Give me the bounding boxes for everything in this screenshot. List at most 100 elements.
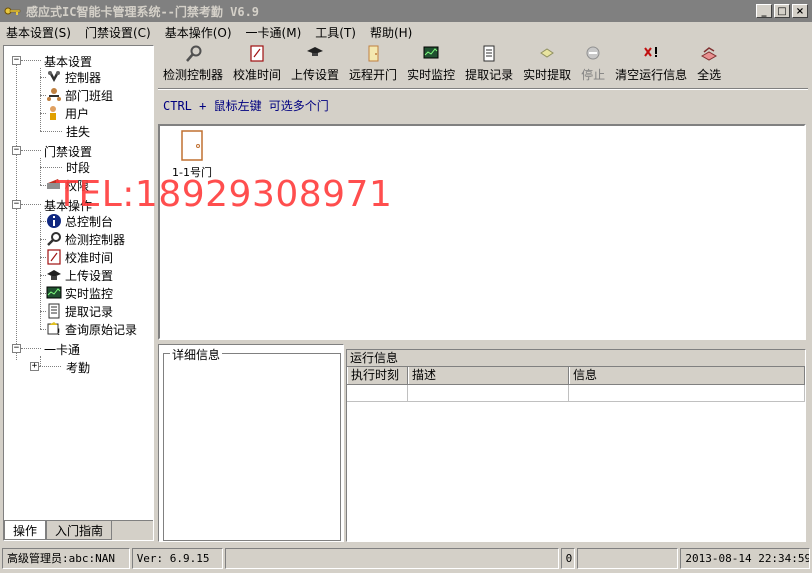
department-icon (47, 88, 61, 101)
tree-item-console[interactable]: 总控制台 (46, 212, 113, 230)
tree-item-label: 权限 (65, 178, 90, 193)
extract-icon (48, 303, 60, 319)
clock-icon (47, 249, 61, 265)
toolbar-separator (158, 88, 808, 90)
column-header-description[interactable]: 描述 (408, 367, 569, 384)
stop-icon (586, 46, 600, 60)
detail-groupbox: 详细信息 (163, 346, 341, 541)
calibrate-time-button[interactable]: 校准时间 (228, 44, 286, 86)
user-icon (50, 106, 56, 120)
expander-attendance[interactable]: + (30, 362, 39, 371)
menu-help[interactable]: 帮助(H) (370, 24, 412, 41)
navigation-panel: − 基本设置 控制器 部门班组 用户 挂失 − 门禁设置 时段 权限 − 基本操… (3, 45, 154, 541)
menu-basic-operations[interactable]: 基本操作(O) (165, 24, 232, 41)
tree-item-label: 查询原始记录 (65, 322, 138, 337)
extract-records-button[interactable]: 提取记录 (460, 44, 518, 86)
upload-icon (47, 270, 61, 280)
remote-open-door-button[interactable]: 远程开门 (344, 44, 402, 86)
expander-basic-operations[interactable]: − (12, 200, 21, 209)
tree-item-time-period[interactable]: 时段 (66, 158, 90, 176)
tree-item-controller[interactable]: 控制器 (46, 68, 101, 86)
door-label: 1-1号门 (172, 166, 212, 179)
clear-run-info-button[interactable]: 清空运行信息 (610, 44, 692, 86)
menu-door-settings[interactable]: 门禁设置(C) (85, 24, 151, 41)
tree-item-label: 实时监控 (65, 286, 114, 301)
clear-icon (644, 47, 658, 57)
query-icon: ! (47, 322, 61, 337)
select-all-icon (701, 47, 718, 61)
tree-item-query-records[interactable]: ! 查询原始记录 (46, 320, 137, 338)
menu-basic-settings[interactable]: 基本设置(S) (6, 24, 71, 41)
tree-item-report-loss[interactable]: 挂失 (66, 122, 90, 140)
tree-item-label: 部门班组 (65, 88, 114, 103)
tree-item-monitor[interactable]: 实时监控 (46, 284, 113, 302)
tree-item-label: 检测控制器 (65, 232, 126, 247)
realtime-monitor-button[interactable]: 实时监控 (402, 44, 460, 86)
tree-group-one-card[interactable]: 一卡通 (44, 340, 80, 358)
tree-item-label: 上传设置 (65, 268, 114, 283)
expander-basic-settings[interactable]: − (12, 56, 21, 65)
status-version: Ver: 6.9.15 (131, 547, 224, 569)
maximize-button[interactable]: □ (774, 4, 790, 18)
door-list-area[interactable]: 1-1号门 (158, 124, 806, 340)
door-item[interactable]: 1-1号门 (168, 130, 216, 180)
tree-item-calibrate-time[interactable]: 校准时间 (46, 248, 113, 266)
tree-item-department[interactable]: 部门班组 (46, 86, 113, 104)
status-bar: 高级管理员:abc:NAN Ver: 6.9.15 0 2013-08-14 2… (0, 546, 812, 570)
remote-open-icon (368, 45, 379, 62)
status-blank-1 (225, 547, 559, 569)
door-icon (181, 130, 203, 161)
key-icon (4, 7, 21, 15)
expander-one-card[interactable]: − (12, 344, 21, 353)
permission-icon (47, 179, 60, 189)
menu-bar: 基本设置(S) 门禁设置(C) 基本操作(O) 一卡通(M) 工具(T) 帮助(… (0, 22, 812, 42)
tree-item-upload-settings[interactable]: 上传设置 (46, 266, 113, 284)
close-button[interactable]: × (792, 4, 808, 18)
column-header-info[interactable]: 信息 (569, 367, 805, 384)
realtime-extract-button[interactable]: 实时提取 (518, 44, 576, 86)
detail-title: 详细信息 (170, 346, 223, 363)
tree-item-detect-controller[interactable]: 检测控制器 (46, 230, 125, 248)
tree-item-user[interactable]: 用户 (46, 104, 89, 122)
monitor-icon (46, 286, 62, 299)
tree-item-label: 总控制台 (65, 214, 114, 229)
tree-item-label: 提取记录 (65, 304, 114, 319)
minimize-button[interactable]: _ (756, 4, 772, 18)
main-toolbar: 检测控制器 校准时间 上传设置 远程开门 实时监控 提取记录 实时提取 停止 清… (158, 44, 740, 86)
select-all-button[interactable]: 全选 (692, 44, 726, 86)
menu-one-card[interactable]: 一卡通(M) (246, 24, 302, 41)
info-icon (47, 214, 61, 228)
status-count: 0 (560, 547, 575, 569)
menu-tools[interactable]: 工具(T) (315, 24, 356, 41)
tree-item-label: 校准时间 (65, 250, 114, 265)
detect-controller-button[interactable]: 检测控制器 (158, 44, 228, 86)
monitor-icon (423, 46, 439, 59)
tree-item-attendance[interactable]: 考勤 (66, 358, 90, 376)
run-info-panel: 运行信息 执行时刻 描述 信息 (346, 349, 806, 542)
svg-text:!: ! (57, 328, 61, 337)
magnifier-icon (47, 232, 61, 246)
detail-info-panel: 详细信息 (158, 344, 344, 542)
status-user: 高级管理员:abc:NAN (2, 547, 130, 569)
tab-getting-started[interactable]: 入门指南 (46, 521, 113, 540)
stop-button[interactable]: 停止 (576, 44, 610, 86)
upload-icon (307, 47, 324, 56)
run-info-caption: 运行信息 (347, 350, 805, 367)
multi-select-hint: CTRL + 鼠标左键 可选多个门 (163, 99, 329, 113)
table-row[interactable] (347, 385, 805, 402)
tree-item-permission[interactable]: 权限 (46, 176, 89, 194)
realtime-extract-icon (540, 48, 554, 58)
window-title: 感应式IC智能卡管理系统--门禁考勤 V6.9 (26, 4, 260, 19)
expander-door-settings[interactable]: − (12, 146, 21, 155)
clock-icon (250, 45, 264, 62)
tree-item-extract-records[interactable]: 提取记录 (46, 302, 113, 320)
run-info-header: 执行时刻 描述 信息 (347, 367, 805, 385)
column-header-time[interactable]: 执行时刻 (347, 367, 408, 384)
controller-icon (48, 71, 60, 82)
tree-item-label: 控制器 (65, 70, 102, 85)
navigation-tree: − 基本设置 控制器 部门班组 用户 挂失 − 门禁设置 时段 权限 − 基本操… (4, 46, 153, 520)
tab-operations[interactable]: 操作 (4, 521, 47, 540)
upload-settings-button[interactable]: 上传设置 (286, 44, 344, 86)
left-tab-bar: 操作 入门指南 (4, 520, 153, 540)
magnifier-icon (186, 45, 202, 62)
